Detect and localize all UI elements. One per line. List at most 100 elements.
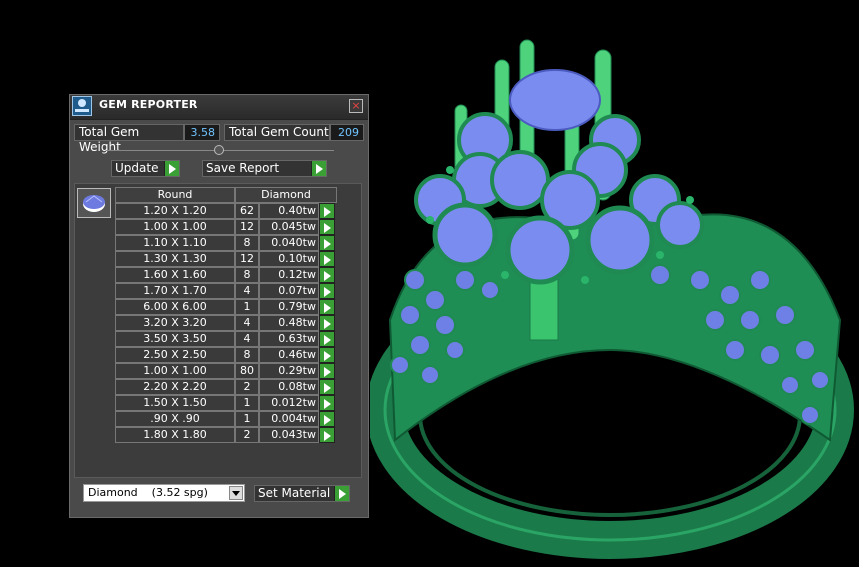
gem-size-cell: 3.20 X 3.20 xyxy=(115,315,235,331)
save-report-button[interactable]: Save Report xyxy=(202,160,327,177)
gem-reporter-app-icon xyxy=(72,96,92,116)
gem-weight-cell: 0.043tw xyxy=(259,427,319,443)
play-arrow-icon[interactable] xyxy=(319,251,335,267)
play-arrow-icon xyxy=(334,486,349,501)
table-row[interactable]: 1.00 X 1.00 80 0.29tw xyxy=(115,363,337,379)
set-material-button-label: Set Material xyxy=(258,486,331,500)
play-arrow-icon[interactable] xyxy=(319,203,335,219)
table-row[interactable]: 2.20 X 2.20 2 0.08tw xyxy=(115,379,337,395)
gem-weight-cell: 0.40tw xyxy=(259,203,319,219)
play-arrow-icon[interactable] xyxy=(319,411,335,427)
gem-weight-cell: 0.10tw xyxy=(259,251,319,267)
total-gem-count-label: Total Gem Count xyxy=(224,124,330,141)
gem-size-cell: 1.00 X 1.00 xyxy=(115,363,235,379)
table-row[interactable]: 1.70 X 1.70 4 0.07tw xyxy=(115,283,337,299)
gem-weight-cell: 0.07tw xyxy=(259,283,319,299)
play-arrow-icon[interactable] xyxy=(319,427,335,443)
gem-count-cell: 1 xyxy=(235,299,259,315)
play-arrow-icon xyxy=(311,161,326,176)
table-row[interactable]: 1.80 X 1.80 2 0.043tw xyxy=(115,427,337,443)
gem-count-cell: 8 xyxy=(235,347,259,363)
dropdown-arrow-icon[interactable] xyxy=(229,486,243,500)
material-select[interactable]: Diamond (3.52 spg) xyxy=(83,484,245,502)
gem-weight-cell: 0.29tw xyxy=(259,363,319,379)
gem-size-cell: 3.50 X 3.50 xyxy=(115,331,235,347)
set-material-button[interactable]: Set Material xyxy=(254,485,350,502)
gem-size-cell: 1.30 X 1.30 xyxy=(115,251,235,267)
material-select-value: Diamond (3.52 spg) xyxy=(88,486,208,499)
table-row[interactable]: 1.50 X 1.50 1 0.012tw xyxy=(115,395,337,411)
gem-weight-cell: 0.040tw xyxy=(259,235,319,251)
gem-weight-cell: 0.004tw xyxy=(259,411,319,427)
gem-size-cell: 1.60 X 1.60 xyxy=(115,267,235,283)
table-row[interactable]: 1.20 X 1.20 62 0.40tw xyxy=(115,203,337,219)
header-shape[interactable]: Round xyxy=(115,187,235,203)
play-arrow-icon[interactable] xyxy=(319,347,335,363)
table-row[interactable]: 1.60 X 1.60 8 0.12tw xyxy=(115,267,337,283)
round-gem-icon[interactable] xyxy=(77,188,111,218)
gem-size-cell: 1.00 X 1.00 xyxy=(115,219,235,235)
save-report-button-label: Save Report xyxy=(206,161,280,175)
gem-weight-cell: 0.12tw xyxy=(259,267,319,283)
total-gem-weight-label: Total Gem Weight xyxy=(74,124,184,154)
gem-size-cell: 1.70 X 1.70 xyxy=(115,283,235,299)
play-arrow-icon[interactable] xyxy=(319,395,335,411)
play-arrow-icon[interactable] xyxy=(319,379,335,395)
gem-table: Round Diamond 1.20 X 1.20 62 0.40tw 1.00 X … xyxy=(115,187,337,443)
gem-count-cell: 80 xyxy=(235,363,259,379)
table-row[interactable]: .90 X .90 1 0.004tw xyxy=(115,411,337,427)
ring-3d-model[interactable] xyxy=(370,20,859,567)
table-row[interactable]: 1.00 X 1.00 12 0.045tw xyxy=(115,219,337,235)
play-arrow-icon[interactable] xyxy=(319,267,335,283)
update-button[interactable]: Update xyxy=(111,160,180,177)
play-arrow-icon xyxy=(164,161,179,176)
gem-count-cell: 4 xyxy=(235,283,259,299)
gem-weight-cell: 0.48tw xyxy=(259,315,319,331)
gem-count-cell: 12 xyxy=(235,219,259,235)
table-row[interactable]: 1.30 X 1.30 12 0.10tw xyxy=(115,251,337,267)
play-arrow-icon[interactable] xyxy=(319,331,335,347)
total-gem-count-value: 209 xyxy=(330,124,364,141)
play-arrow-icon[interactable] xyxy=(319,235,335,251)
update-button-label: Update xyxy=(115,161,159,175)
gem-count-cell: 4 xyxy=(235,331,259,347)
gem-size-cell: 2.50 X 2.50 xyxy=(115,347,235,363)
table-row[interactable]: 3.20 X 3.20 4 0.48tw xyxy=(115,315,337,331)
gem-count-cell: 8 xyxy=(235,235,259,251)
gem-count-cell: 1 xyxy=(235,411,259,427)
gem-count-cell: 2 xyxy=(235,427,259,443)
gem-size-cell: 1.50 X 1.50 xyxy=(115,395,235,411)
panel-title: GEM REPORTER xyxy=(99,98,198,111)
gem-size-cell: 1.10 X 1.10 xyxy=(115,235,235,251)
play-arrow-icon[interactable] xyxy=(319,363,335,379)
table-row[interactable]: 1.10 X 1.10 8 0.040tw xyxy=(115,235,337,251)
close-icon[interactable]: × xyxy=(349,99,363,113)
gem-count-cell: 8 xyxy=(235,267,259,283)
gem-count-cell: 62 xyxy=(235,203,259,219)
total-gem-weight-value: 3.58 xyxy=(184,124,220,141)
gem-size-cell: 2.20 X 2.20 xyxy=(115,379,235,395)
table-row[interactable]: 3.50 X 3.50 4 0.63tw xyxy=(115,331,337,347)
gem-size-cell: 1.20 X 1.20 xyxy=(115,203,235,219)
gem-count-cell: 4 xyxy=(235,315,259,331)
gem-size-cell: 1.80 X 1.80 xyxy=(115,427,235,443)
play-arrow-icon[interactable] xyxy=(319,283,335,299)
gem-weight-cell: 0.46tw xyxy=(259,347,319,363)
gem-weight-cell: 0.08tw xyxy=(259,379,319,395)
gem-table-header: Round Diamond xyxy=(115,187,337,203)
gem-weight-cell: 0.63tw xyxy=(259,331,319,347)
play-arrow-icon[interactable] xyxy=(319,219,335,235)
table-row[interactable]: 2.50 X 2.50 8 0.46tw xyxy=(115,347,337,363)
header-material[interactable]: Diamond xyxy=(235,187,337,203)
gem-count-cell: 1 xyxy=(235,395,259,411)
title-bar[interactable]: GEM REPORTER × xyxy=(70,95,368,120)
play-arrow-icon[interactable] xyxy=(319,299,335,315)
panel-slider-knob[interactable] xyxy=(214,145,224,155)
gem-weight-cell: 0.012tw xyxy=(259,395,319,411)
gem-weight-cell: 0.045tw xyxy=(259,219,319,235)
gem-size-cell: .90 X .90 xyxy=(115,411,235,427)
gem-size-cell: 6.00 X 6.00 xyxy=(115,299,235,315)
gem-weight-cell: 0.79tw xyxy=(259,299,319,315)
play-arrow-icon[interactable] xyxy=(319,315,335,331)
table-row[interactable]: 6.00 X 6.00 1 0.79tw xyxy=(115,299,337,315)
